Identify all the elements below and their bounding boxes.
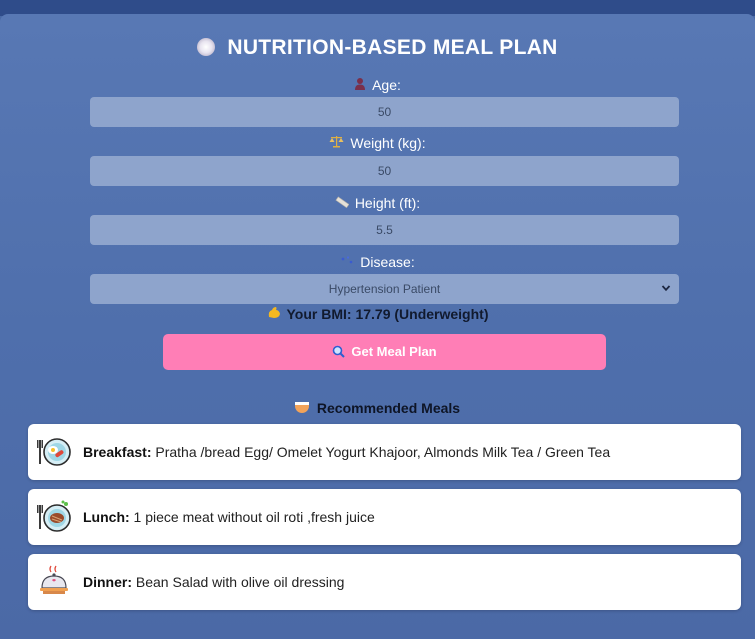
lunch-text: Lunch: 1 piece meat without oil roti ,fr…: [83, 509, 375, 525]
meal-card-breakfast: Breakfast: Pratha /bread Egg/ Omelet Yog…: [28, 424, 741, 480]
age-input[interactable]: 50: [90, 97, 679, 127]
height-input[interactable]: 5.5: [90, 215, 679, 245]
person-icon: [354, 77, 366, 93]
breakfast-text: Breakfast: Pratha /bread Egg/ Omelet Yog…: [83, 444, 611, 460]
weight-input[interactable]: 50: [90, 156, 679, 186]
flexed-arm-icon: [267, 305, 281, 322]
weight-label: Weight (kg):: [0, 135, 755, 151]
magnifier-icon: [332, 336, 346, 372]
sparkle-icon: [340, 255, 354, 270]
age-label: Age:: [0, 77, 755, 93]
bmi-result: Your BMI: 17.79 (Underweight): [0, 305, 755, 322]
disease-select[interactable]: Hypertension Patient: [90, 274, 679, 304]
height-label: Height (ft):: [0, 195, 755, 211]
dinner-cloche-icon: [36, 564, 72, 600]
recommended-meals-title: Recommended Meals: [0, 400, 755, 416]
meal-card-lunch: Lunch: 1 piece meat without oil roti ,fr…: [28, 489, 741, 545]
scale-icon: [329, 135, 344, 151]
ruler-icon: [335, 196, 350, 211]
lunch-plate-icon: [36, 499, 72, 535]
chevron-down-icon: [661, 274, 671, 304]
dinner-text: Dinner: Bean Salad with olive oil dressi…: [83, 574, 345, 590]
breakfast-plate-icon: [36, 434, 72, 470]
get-meal-plan-button[interactable]: Get Meal Plan: [163, 334, 606, 370]
plate-icon: [197, 38, 216, 56]
disease-label: Disease:: [0, 254, 755, 270]
page-title: NUTRITION-BASED MEAL PLAN: [0, 36, 755, 60]
meal-card-dinner: Dinner: Bean Salad with olive oil dressi…: [28, 554, 741, 610]
bowl-icon: [294, 402, 309, 413]
